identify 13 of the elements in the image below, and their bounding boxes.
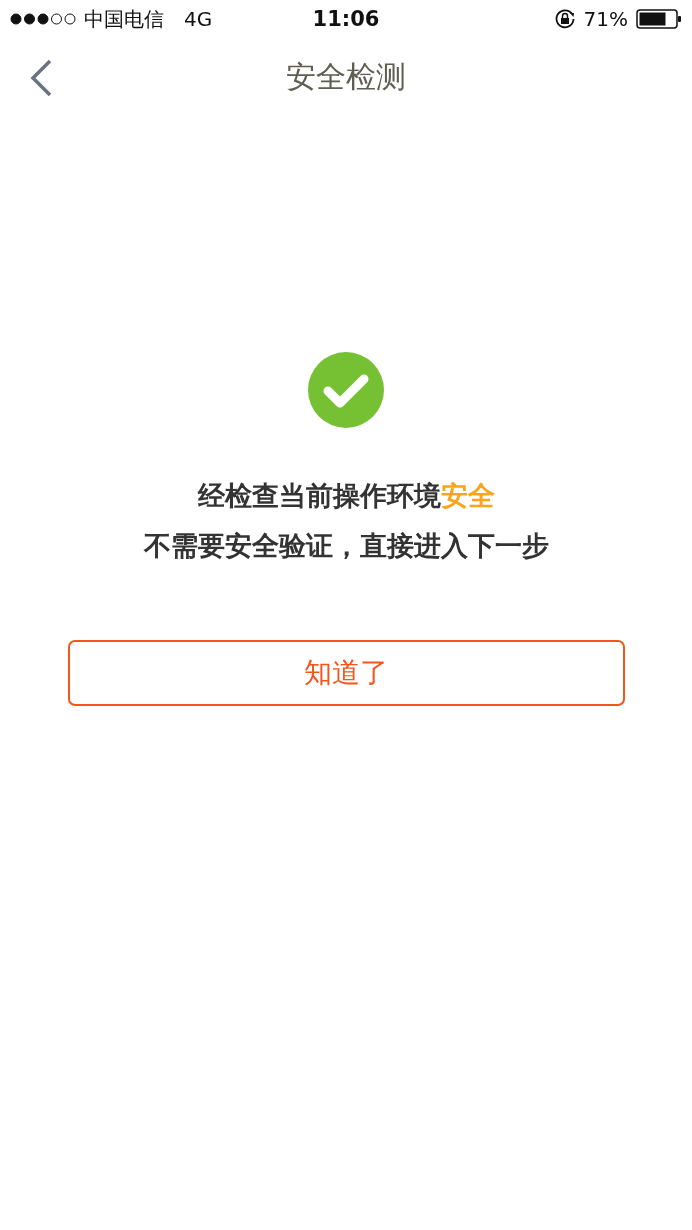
network-type: 4G (184, 7, 213, 31)
result-message: 经检查当前操作环境安全 (197, 479, 495, 513)
check-circle-icon (308, 352, 384, 428)
carrier-name: 中国电信 (84, 5, 164, 33)
battery-icon (636, 9, 682, 29)
rotation-lock-icon (553, 8, 576, 30)
battery-percent: 71% (583, 7, 628, 31)
confirm-button[interactable]: 知道了 (67, 640, 625, 706)
result-hint: 不需要安全验证，直接进入下一步 (143, 529, 549, 563)
signal-icon (10, 13, 76, 25)
back-button[interactable] (28, 58, 54, 98)
clock: 11:06 (312, 7, 380, 31)
page-title: 安全检测 (286, 57, 406, 96)
